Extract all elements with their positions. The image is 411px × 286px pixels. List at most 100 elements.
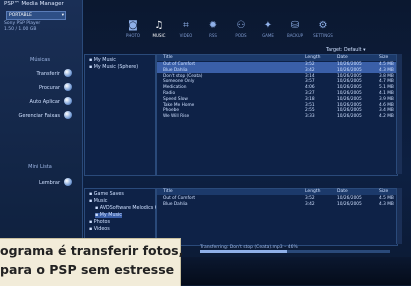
column-title[interactable]: Title	[163, 55, 173, 61]
chevron-down-icon: ▾	[61, 13, 64, 18]
rss-icon: ✹	[208, 20, 218, 31]
table-row[interactable]: Blue Dahlia 3:42 10/26/2005 4.3 MB	[157, 202, 397, 208]
device-name: PORTABLE	[9, 13, 32, 18]
cell-length: 3:42	[305, 67, 315, 73]
table-header: Title Length Date Size	[157, 55, 397, 61]
table-row[interactable]: Blue Dahlia 3:42 10/26/2005 4.3 MB	[157, 67, 397, 74]
device-model: Sony PSP Player	[4, 21, 41, 26]
cell-title: We Will Rise	[163, 114, 190, 120]
cell-size: 4.3 MB	[379, 67, 394, 73]
tree-item[interactable]: ▪ My Music	[95, 213, 122, 218]
cell-title: Radio	[163, 91, 176, 96]
tab-music-label: MUSIC	[152, 33, 166, 38]
tab-settings[interactable]: ⚙ SETTINGS	[310, 20, 336, 38]
auto-apply-button[interactable]	[64, 97, 72, 105]
top-track-table: Title Length Date Size Out of Comfort 3:5…	[156, 54, 398, 176]
column-size[interactable]: Size	[379, 55, 388, 61]
column-date[interactable]: Date	[337, 55, 348, 61]
search-label: Procurar	[38, 85, 60, 91]
target-selector[interactable]: Target: Default ▾	[326, 48, 365, 53]
table-row[interactable]: Medication 4:06 10/26/2005 5.1 MB	[157, 85, 397, 91]
cell-date: 10/26/2005	[337, 91, 362, 96]
tree-item[interactable]: ▪ Videos	[89, 227, 110, 232]
column-length[interactable]: Length	[305, 189, 321, 195]
remember-button[interactable]	[64, 178, 72, 186]
cell-size: 4.2 MB	[379, 114, 394, 120]
chevron-down-icon: ▾	[363, 48, 366, 53]
tab-backup[interactable]: ⛁ BACKUP	[282, 20, 308, 38]
transfer-progress-bar	[200, 250, 390, 253]
tab-photo[interactable]: ◙ PHOTO	[120, 20, 146, 38]
tree-item[interactable]: ▪ AVDSoftware Melodics 6	[95, 206, 158, 211]
cell-size: 4.1 MB	[379, 91, 394, 96]
progress-fill	[200, 250, 288, 253]
tree-item[interactable]: ▪ Music	[89, 199, 107, 204]
table-row[interactable]: Out of Comfort 3:52 10/26/2005 4.5 MB	[157, 196, 397, 202]
tab-settings-label: SETTINGS	[313, 33, 333, 38]
cell-size: 4.3 MB	[379, 201, 394, 207]
cell-size: 4.5 MB	[379, 196, 394, 201]
folder-icon: ▪	[89, 192, 93, 197]
bottom-scrollbar[interactable]	[396, 188, 402, 244]
table-row[interactable]: Out of Comfort 3:52 10/26/2005 4.5 MB	[157, 62, 397, 68]
transfer-button[interactable]	[64, 69, 72, 77]
caption-line-1: ograma é transferir fotos,	[0, 243, 184, 258]
manage-tracks-button[interactable]	[64, 111, 72, 119]
cell-title: Out of Comfort	[163, 196, 196, 201]
folder-icon: ▪	[89, 58, 93, 63]
film-icon: ⌗	[183, 20, 189, 31]
cell-date: 10/26/2005	[337, 67, 362, 73]
playlist-section-title: Mini Lista	[28, 164, 52, 170]
settings-icon: ⚙	[318, 20, 328, 31]
table-row[interactable]: We Will Rise 3:33 10/26/2005 4.2 MB	[157, 114, 397, 120]
folder-icon: ▪	[89, 199, 93, 204]
cell-date: 10/26/2005	[337, 201, 362, 207]
media-manager-window: PSP™ Media Manager PORTABLE ▾ Sony PSP P…	[0, 0, 411, 286]
table-row[interactable]: Radio 3:27 10/26/2005 4.1 MB	[157, 91, 397, 97]
top-folder-tree: ▪ My Music ▪ My Music (Sphere)	[84, 54, 156, 176]
cell-date: 10/26/2005	[337, 96, 362, 102]
device-select[interactable]: PORTABLE ▾	[6, 11, 66, 20]
magazine-caption: ograma é transferir fotos, para o PSP se…	[0, 238, 184, 286]
caption-line-2: para o PSP sem estresse	[0, 262, 175, 277]
cell-title: Out of Comfort	[163, 62, 196, 67]
remember-label: Lembrar	[39, 180, 60, 186]
cell-length: 3:18	[305, 96, 315, 102]
tree-item[interactable]: ▪ My Music	[89, 58, 116, 63]
column-date[interactable]: Date	[337, 189, 348, 195]
tab-pods[interactable]: ⚇ PODS	[228, 20, 254, 38]
table-row[interactable]: Speed Slow 3:18 10/26/2005 3.9 MB	[157, 97, 397, 103]
manage-tracks-label: Gerenciar Faixas	[18, 113, 61, 119]
tree-item[interactable]: ▪ My Music (Sphere)	[89, 65, 138, 70]
music-section-title: Músicas	[30, 57, 50, 63]
folder-icon: ▪	[95, 206, 99, 211]
cell-date: 10/26/2005	[337, 62, 362, 67]
cell-length: 3:52	[305, 62, 315, 67]
cell-title: Blue Dahlia	[163, 67, 188, 73]
tab-music[interactable]: ♫ MUSIC	[146, 20, 172, 38]
tab-game[interactable]: ✦ GAME	[255, 20, 281, 38]
backup-icon: ⛁	[290, 20, 300, 31]
folder-icon: ▪	[89, 220, 93, 225]
tree-item[interactable]: ▪ Game Saves	[89, 192, 124, 197]
tab-video[interactable]: ⌗ VIDEO	[173, 20, 199, 38]
cell-length: 3:27	[305, 91, 315, 96]
table-header: Title Length Date Size	[157, 189, 397, 195]
column-length[interactable]: Length	[305, 55, 321, 61]
cell-length: 3:52	[305, 196, 315, 201]
column-size[interactable]: Size	[379, 189, 388, 195]
category-toolbar: ◙ PHOTO ♫ MUSIC ⌗ VIDEO ✹ RSS ⚇ PODS ✦ G…	[82, 18, 411, 48]
search-button[interactable]	[64, 83, 72, 91]
music-note-icon: ♫	[154, 20, 164, 31]
column-title[interactable]: Title	[163, 189, 173, 195]
target-value: Default	[344, 48, 362, 53]
tab-photo-label: PHOTO	[125, 33, 141, 38]
tab-backup-label: BACKUP	[286, 33, 304, 38]
tab-video-label: VIDEO	[179, 33, 193, 38]
folder-icon: ▪	[89, 65, 93, 70]
sidebar: PSP™ Media Manager PORTABLE ▾ Sony PSP P…	[0, 0, 83, 245]
game-icon: ✦	[263, 20, 273, 31]
top-scrollbar[interactable]	[396, 54, 402, 174]
tree-item[interactable]: ▪ Photos	[89, 220, 110, 225]
tab-rss[interactable]: ✹ RSS	[200, 20, 226, 38]
